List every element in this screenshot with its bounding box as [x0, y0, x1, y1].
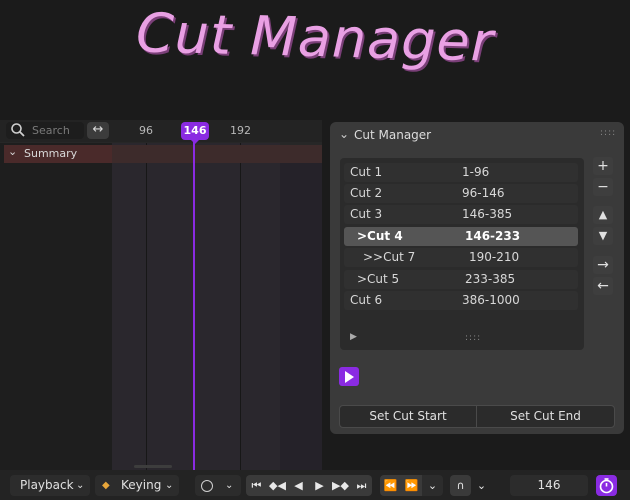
summary-keyframe-strip [112, 145, 322, 163]
list-item[interactable]: Cut 3 146-385 [344, 205, 578, 224]
indent-button[interactable]: → [593, 256, 613, 274]
chevron-down-icon: ⌄ [76, 480, 85, 491]
keying-menu[interactable]: ◆ Keying ⌄ [95, 475, 179, 496]
record-icon [201, 480, 213, 492]
move-up-button[interactable]: ▲ [593, 206, 613, 224]
play-forward-icon[interactable]: ▶ [309, 475, 330, 496]
set-cut-start-button[interactable]: Set Cut Start [339, 405, 477, 428]
keying-label: Keying [121, 478, 162, 492]
auto-keying-toggle[interactable]: ⌄ [195, 475, 241, 496]
next-frame-icon[interactable]: ⏩ [401, 475, 422, 496]
jump-end-icon[interactable]: ⏭ [351, 475, 372, 496]
chevron-down-icon[interactable]: ⌄ [422, 475, 443, 496]
panel-title: Cut Manager [354, 128, 432, 142]
chevron-down-icon: ⌄ [165, 480, 174, 491]
chevron-down-icon[interactable]: ⌄ [8, 145, 17, 158]
next-keyframe-icon[interactable]: ▶◆ [330, 475, 351, 496]
list-item[interactable]: Cut 2 96-146 [344, 184, 578, 203]
scrollbar-handle[interactable] [134, 465, 172, 468]
list-item[interactable]: >Cut 5 233-385 [344, 270, 578, 289]
drag-grip-icon[interactable]: :::: [600, 128, 616, 138]
play-icon [345, 371, 354, 383]
add-cut-button[interactable]: + [593, 157, 613, 175]
current-frame-field[interactable]: 146 [510, 475, 588, 496]
cut-name: >Cut 4 [357, 229, 403, 243]
frame-tick: 192 [230, 124, 251, 137]
frame-gridline [240, 143, 241, 470]
prev-frame-icon[interactable]: ⏪ [380, 475, 401, 496]
playback-label: Playback [20, 478, 74, 492]
cut-range: 1-96 [462, 165, 490, 179]
cut-range: 386-1000 [462, 293, 520, 307]
search-placeholder: Search [32, 124, 70, 137]
snapping-icon[interactable]: ∩ [450, 475, 471, 496]
cut-range: 146-233 [465, 229, 521, 243]
cut-range: 146-385 [462, 207, 513, 221]
chevron-down-icon[interactable]: ⌄ [471, 475, 492, 496]
summary-label: Summary [24, 147, 78, 160]
list-resize-grip-icon[interactable]: :::: [465, 333, 481, 343]
chevron-down-icon[interactable]: ⌄ [339, 127, 349, 141]
playhead-frame-label[interactable]: 146 [181, 122, 209, 140]
playback-menu[interactable]: Playback ⌄ [10, 475, 90, 496]
remove-cut-button[interactable]: − [593, 178, 613, 196]
list-item[interactable]: Cut 1 1-96 [344, 163, 578, 182]
cut-name: Cut 1 [350, 165, 383, 179]
prev-keyframe-icon[interactable]: ◆◀ [267, 475, 288, 496]
set-cut-end-button[interactable]: Set Cut End [476, 405, 615, 428]
list-item[interactable]: Cut 6 386-1000 [344, 291, 578, 310]
cut-name: Cut 6 [350, 293, 383, 307]
stopwatch-button[interactable] [596, 475, 617, 496]
cut-range: 190-210 [469, 250, 520, 264]
cut-range: 233-385 [465, 272, 516, 286]
list-item-selected[interactable]: >Cut 4 146-233 [344, 227, 578, 246]
channel-list [0, 143, 112, 470]
frame-gridline [146, 143, 147, 470]
jump-start-icon[interactable]: ⏮ [246, 475, 267, 496]
stopwatch-icon [599, 478, 614, 494]
list-item[interactable]: >>Cut 7 190-210 [344, 248, 578, 267]
swap-icon[interactable]: ↔ [87, 122, 109, 139]
frame-range-shade [112, 143, 280, 470]
frame-tick: 96 [139, 124, 153, 137]
cut-range: 96-146 [462, 186, 505, 200]
play-reverse-icon[interactable]: ◀ [288, 475, 309, 496]
cut-name: >Cut 5 [357, 272, 400, 286]
outdent-button[interactable]: ← [593, 277, 613, 295]
move-down-button[interactable]: ▼ [593, 227, 613, 245]
cut-name: >>Cut 7 [363, 250, 416, 264]
cut-name: Cut 2 [350, 186, 383, 200]
search-icon [11, 123, 25, 137]
keyframe-icon: ◆ [102, 480, 110, 491]
chevron-down-icon: ⌄ [225, 480, 234, 491]
playhead-line[interactable] [193, 140, 195, 470]
cut-name: Cut 3 [350, 207, 383, 221]
expand-triangle-icon[interactable]: ▶ [350, 332, 357, 342]
